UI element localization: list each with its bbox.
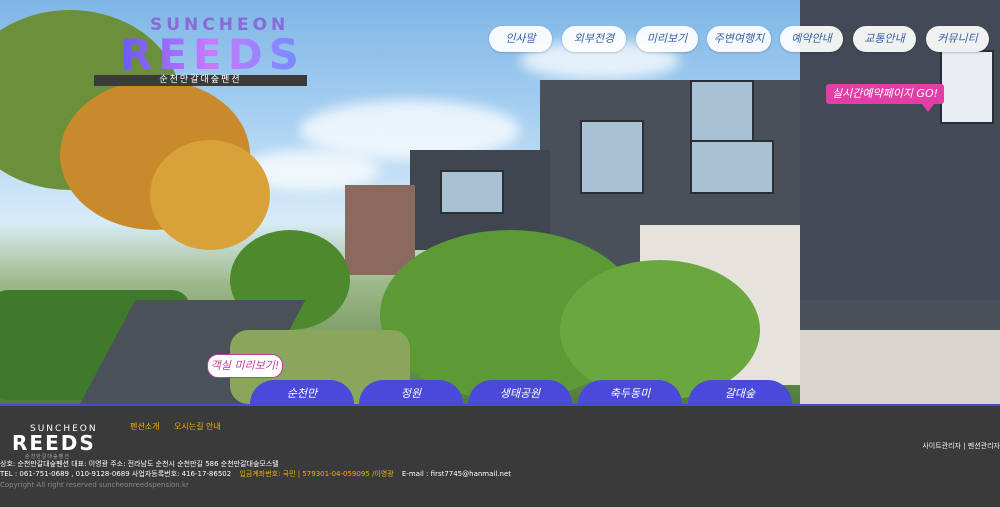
footer-phone: TEL : 061-751-0689 , 010-9128-0689 사업자등록…: [0, 470, 232, 478]
nav-reservation[interactable]: 예약안내: [780, 26, 843, 52]
tab-suncheonman[interactable]: 순천만: [250, 380, 354, 404]
tab-garden[interactable]: 정원: [359, 380, 463, 404]
logo-tagline: 순천만갈대숲펜션: [94, 75, 307, 86]
nav-directions[interactable]: 교통안내: [853, 26, 916, 52]
window: [940, 50, 994, 124]
building: [345, 185, 415, 275]
window: [690, 140, 774, 194]
nav-community[interactable]: 커뮤니티: [926, 26, 989, 52]
logo[interactable]: REEDS: [120, 30, 305, 79]
nav-greeting[interactable]: 인사말: [489, 26, 552, 52]
footer-copyright: Copyright All right reserved suncheonree…: [0, 481, 189, 489]
footer-admin-links[interactable]: 사이트관리자 | 펜션관리자: [922, 441, 1000, 451]
realtime-reservation-button[interactable]: 실시간예약페이지 GO!: [826, 84, 944, 112]
footer-link-directions[interactable]: 오시는길 안내: [174, 422, 221, 431]
footer-link-about[interactable]: 펜션소개: [130, 422, 159, 431]
planter-wall: [800, 330, 1000, 404]
hero-image: SUNCHEON REEDS 순천만갈대숲펜션 인사말 외부전경 미리보기 주변…: [0, 0, 1000, 404]
room-preview-button[interactable]: 객실 미리보기!: [207, 354, 283, 378]
footer-account: 입금계좌번호: 국민 | 579301-04-059095 /이영광: [239, 470, 394, 478]
footer: SUNCHEON REEDS 순천만갈대숲펜션 펜션소개 오시는길 안내 사이트…: [0, 404, 1000, 507]
footer-links: 펜션소개 오시는길 안내: [130, 421, 233, 432]
nav-exterior[interactable]: 외부전경: [562, 26, 626, 52]
footer-business-info: 상호: 순천만갈대숲펜션 대표: 이영광 주소: 전라남도 순천시 순천만길 5…: [0, 460, 279, 468]
tab-chukdu[interactable]: 축두동미: [578, 380, 682, 404]
tab-eco-park[interactable]: 생태공원: [468, 380, 572, 404]
window: [580, 120, 644, 194]
tree: [150, 140, 270, 250]
footer-email: E-mail : first7745@hanmail.net: [401, 470, 512, 478]
nav-preview[interactable]: 미리보기: [636, 26, 698, 52]
footer-logo: REEDS: [12, 431, 96, 455]
tab-reed-forest[interactable]: 갈대숲: [688, 380, 792, 404]
window: [440, 170, 504, 214]
tree: [560, 260, 760, 400]
nav-nearby-travel[interactable]: 주변여행지: [707, 26, 771, 52]
footer-contact-info: TEL : 061-751-0689 , 010-9128-0689 사업자등록…: [0, 469, 511, 479]
